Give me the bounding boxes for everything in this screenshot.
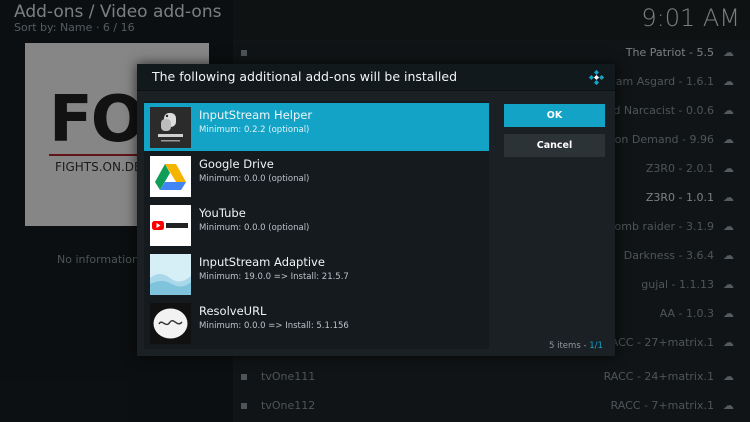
- resolveurl-icon: [150, 303, 191, 344]
- items-count-prefix: 5 items -: [549, 341, 590, 351]
- list-item-subtitle: Minimum: 0.0.0 (optional): [199, 174, 310, 184]
- list-item-subtitle: Minimum: 0.0.0 => Install: 5.1.156: [199, 321, 349, 331]
- list-item-title: InputStream Helper: [199, 108, 313, 122]
- list-item[interactable]: YouTube Minimum: 0.0.0 (optional): [144, 201, 489, 249]
- kodi-logo-icon: [588, 69, 605, 86]
- list-item[interactable]: InputStream Helper Minimum: 0.2.2 (optio…: [144, 103, 489, 151]
- list-item[interactable]: InputStream Adaptive Minimum: 19.0.0 => …: [144, 250, 489, 298]
- items-count: 5 items - 1/1: [549, 341, 603, 351]
- list-item-subtitle: Minimum: 0.0.0 (optional): [199, 223, 310, 233]
- youtube-icon: [150, 205, 191, 246]
- cancel-button[interactable]: Cancel: [504, 134, 605, 157]
- addon-install-list: InputStream Helper Minimum: 0.2.2 (optio…: [144, 101, 489, 349]
- list-item-subtitle: Minimum: 19.0.0 => Install: 21.5.7: [199, 272, 349, 282]
- list-item-title: ResolveURL: [199, 304, 267, 318]
- list-item-title: InputStream Adaptive: [199, 255, 325, 269]
- list-item-title: Google Drive: [199, 157, 274, 171]
- google-drive-icon: [150, 156, 191, 197]
- list-item[interactable]: Google Drive Minimum: 0.0.0 (optional): [144, 152, 489, 200]
- items-count-page: 1/1: [589, 341, 603, 351]
- list-item-subtitle: Minimum: 0.2.2 (optional): [199, 125, 310, 135]
- list-item[interactable]: ResolveURL Minimum: 0.0.0 => Install: 5.…: [144, 299, 489, 347]
- dialog-title: The following additional add-ons will be…: [152, 69, 458, 84]
- ok-button[interactable]: OK: [504, 104, 605, 127]
- list-item-title: YouTube: [199, 206, 246, 220]
- python-icon: [150, 107, 191, 148]
- inputstream-adaptive-icon: [150, 254, 191, 295]
- dialog-header: The following additional add-ons will be…: [137, 64, 615, 91]
